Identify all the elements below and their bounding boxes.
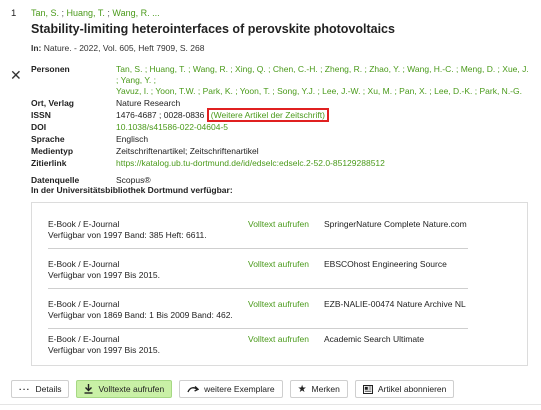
download-icon bbox=[84, 384, 93, 394]
star-icon: ★ bbox=[297, 383, 307, 395]
medientyp-value: Zeitschriftenartikel; Zeitschriftenartik… bbox=[116, 146, 259, 156]
zitierlink-link[interactable]: https://katalog.ub.tu-dortmund.de/id/eds… bbox=[116, 158, 531, 169]
author-link[interactable]: Wang, R. ... bbox=[112, 8, 159, 18]
more-dots-icon: ··· bbox=[19, 384, 31, 394]
holding-type-block: E-Book / E-Journal Verfügbar von 1869 Ba… bbox=[48, 299, 238, 321]
sprache-value: Englisch bbox=[116, 134, 149, 144]
result-number: 1 bbox=[11, 8, 17, 19]
bottom-divider bbox=[0, 404, 541, 405]
fulltext-link[interactable]: Volltext aufrufen bbox=[248, 299, 309, 310]
fulltext-label: Volltexte aufrufen bbox=[98, 384, 165, 394]
issn-label: ISSN bbox=[31, 110, 51, 120]
article-title[interactable]: Stability-limiting heterointerfaces of p… bbox=[31, 22, 395, 36]
holding-divider bbox=[48, 288, 468, 289]
holding-type-block: E-Book / E-Journal Verfügbar von 1997 Ba… bbox=[48, 219, 238, 241]
issn-value-row: 1476-4687 ; 0028-0836 (Weitere Artikel d… bbox=[116, 108, 531, 122]
issn-value: 1476-4687 ; 0028-0836 bbox=[116, 110, 205, 120]
holding-provider: Academic Search Ultimate bbox=[324, 334, 425, 344]
holding-type-block: E-Book / E-Journal Verfügbar von 1997 Bi… bbox=[48, 334, 238, 356]
more-copies-button[interactable]: weitere Exemplare bbox=[179, 380, 283, 398]
holding-range: Verfügbar von 1997 Bis 2015. bbox=[48, 270, 160, 280]
fulltext-link[interactable]: Volltext aufrufen bbox=[248, 219, 309, 230]
holding-provider: EZB-NALIE-00474 Nature Archive NL bbox=[324, 299, 466, 309]
holding-divider bbox=[48, 248, 468, 249]
holding-range: Verfügbar von 1869 Band: 1 Bis 2009 Band… bbox=[48, 310, 233, 320]
close-icon[interactable]: ✕ bbox=[10, 68, 22, 82]
action-bar: ··· Details Volltexte aufrufen weitere E… bbox=[11, 380, 455, 398]
details-label: Details bbox=[35, 384, 62, 394]
source-line: In: Nature. - 2022, Vol. 605, Heft 7909,… bbox=[31, 43, 204, 53]
doi-link[interactable]: 10.1038/s41586-022-04604-5 bbox=[116, 122, 531, 133]
author-link[interactable]: Tan, S. bbox=[31, 8, 59, 18]
holding-type-block: E-Book / E-Journal Verfügbar von 1997 Bi… bbox=[48, 259, 238, 281]
details-table: Personen Tan, S. ; Huang, T. ; Wang, R. … bbox=[31, 60, 531, 186]
more-copies-label: weitere Exemplare bbox=[204, 384, 275, 394]
holding-provider: EBSCOhost Engineering Source bbox=[324, 259, 447, 269]
medientyp-label: Medientyp bbox=[31, 146, 74, 156]
personen-label: Personen bbox=[31, 64, 70, 74]
bookmark-button[interactable]: ★ Merken bbox=[289, 380, 348, 398]
fulltext-link[interactable]: Volltext aufrufen bbox=[248, 334, 309, 345]
personen-line-1[interactable]: Tan, S. ; Huang, T. ; Wang, R. ; Xing, Q… bbox=[116, 64, 531, 86]
more-articles-link[interactable]: (Weitere Artikel der Zeitschrift) bbox=[206, 108, 329, 122]
fulltext-button[interactable]: Volltexte aufrufen bbox=[76, 380, 173, 398]
subscribe-button[interactable]: Artikel abonnieren bbox=[354, 380, 455, 398]
newspaper-icon bbox=[362, 384, 373, 394]
holding-type: E-Book / E-Journal bbox=[48, 259, 120, 269]
source-text: Nature. - 2022, Vol. 605, Heft 7909, S. … bbox=[43, 43, 205, 53]
holding-type: E-Book / E-Journal bbox=[48, 299, 120, 309]
bookmark-label: Merken bbox=[311, 384, 340, 394]
holding-range: Verfügbar von 1997 Band: 385 Heft: 6611. bbox=[48, 230, 207, 240]
doi-label: DOI bbox=[31, 122, 47, 132]
ort-label: Ort, Verlag bbox=[31, 98, 74, 108]
holding-type: E-Book / E-Journal bbox=[48, 334, 120, 344]
personen-value[interactable]: Tan, S. ; Huang, T. ; Wang, R. ; Xing, Q… bbox=[116, 64, 531, 97]
author-list: Tan, S. ; Huang, T. ; Wang, R. ... bbox=[31, 8, 160, 18]
source-label: In: bbox=[31, 43, 42, 53]
availability-heading: In der Universitätsbibliothek Dortmund v… bbox=[31, 185, 233, 195]
holding-range: Verfügbar von 1997 Bis 2015. bbox=[48, 345, 160, 355]
holding-provider: SpringerNature Complete Nature.com bbox=[324, 219, 467, 229]
arrow-icon bbox=[187, 385, 200, 393]
personen-line-2[interactable]: Yavuz, I. ; Yoon, T.W. ; Park, K. ; Yoon… bbox=[116, 86, 531, 97]
subscribe-label: Artikel abonnieren bbox=[377, 384, 447, 394]
fulltext-link[interactable]: Volltext aufrufen bbox=[248, 259, 309, 270]
holdings-panel: E-Book / E-Journal Verfügbar von 1997 Ba… bbox=[31, 202, 528, 366]
author-link[interactable]: Huang, T. bbox=[67, 8, 105, 18]
sprache-label: Sprache bbox=[31, 134, 65, 144]
holding-type: E-Book / E-Journal bbox=[48, 219, 120, 229]
holding-divider bbox=[48, 328, 468, 329]
zitierlink-label: Zitierlink bbox=[31, 158, 67, 168]
details-button[interactable]: ··· Details bbox=[11, 380, 70, 398]
